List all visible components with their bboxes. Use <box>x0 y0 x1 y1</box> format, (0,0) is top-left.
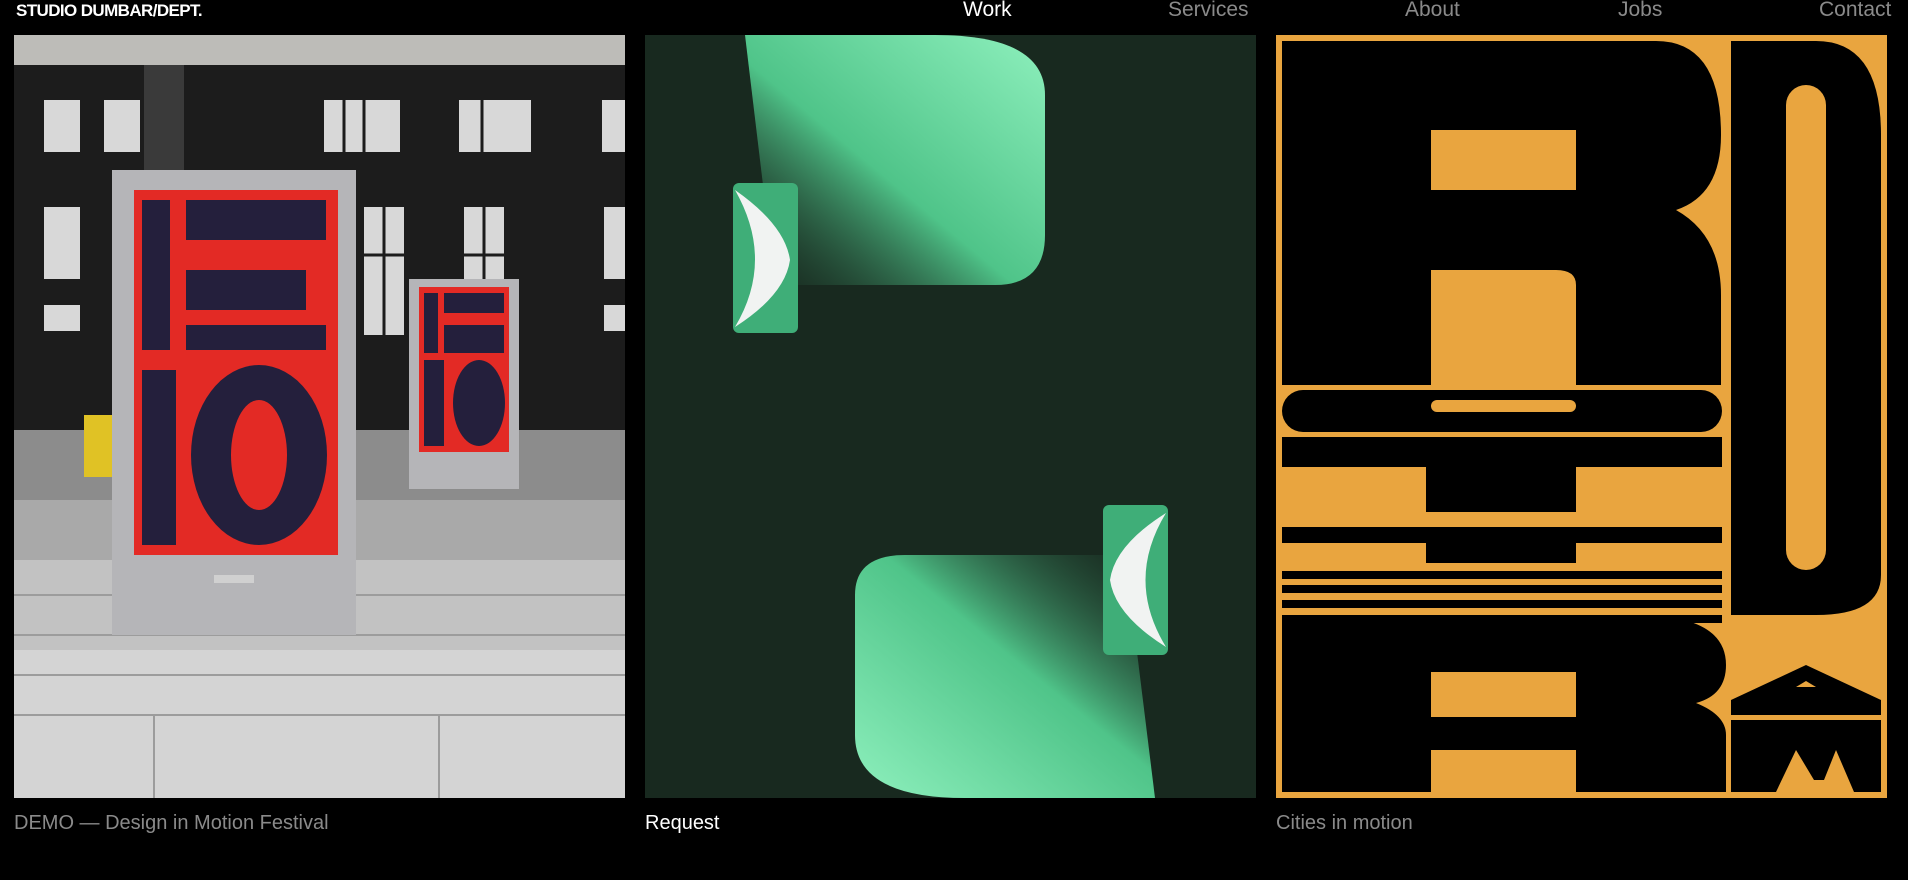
project-card-cities[interactable] <box>1276 35 1887 798</box>
project-caption-request[interactable]: Request <box>645 812 720 835</box>
request-project-image <box>645 35 1256 798</box>
rotterdam-project-image <box>1276 35 1887 798</box>
site-header: STUDIO DUMBAR/DEPT. Work Services About … <box>0 0 1908 34</box>
project-card-request[interactable] <box>645 35 1256 798</box>
nav-jobs[interactable]: Jobs <box>1618 0 1662 22</box>
project-caption-cities[interactable]: Cities in motion <box>1276 812 1413 835</box>
nav-services[interactable]: Services <box>1168 0 1249 22</box>
nav-about[interactable]: About <box>1405 0 1460 22</box>
studio-logo[interactable]: STUDIO DUMBAR/DEPT. <box>16 1 203 21</box>
demo-project-image <box>14 35 625 798</box>
project-card-demo[interactable] <box>14 35 625 798</box>
nav-work[interactable]: Work <box>963 0 1012 22</box>
nav-contact[interactable]: Contact <box>1819 0 1891 22</box>
project-caption-demo[interactable]: DEMO — Design in Motion Festival <box>14 812 329 835</box>
